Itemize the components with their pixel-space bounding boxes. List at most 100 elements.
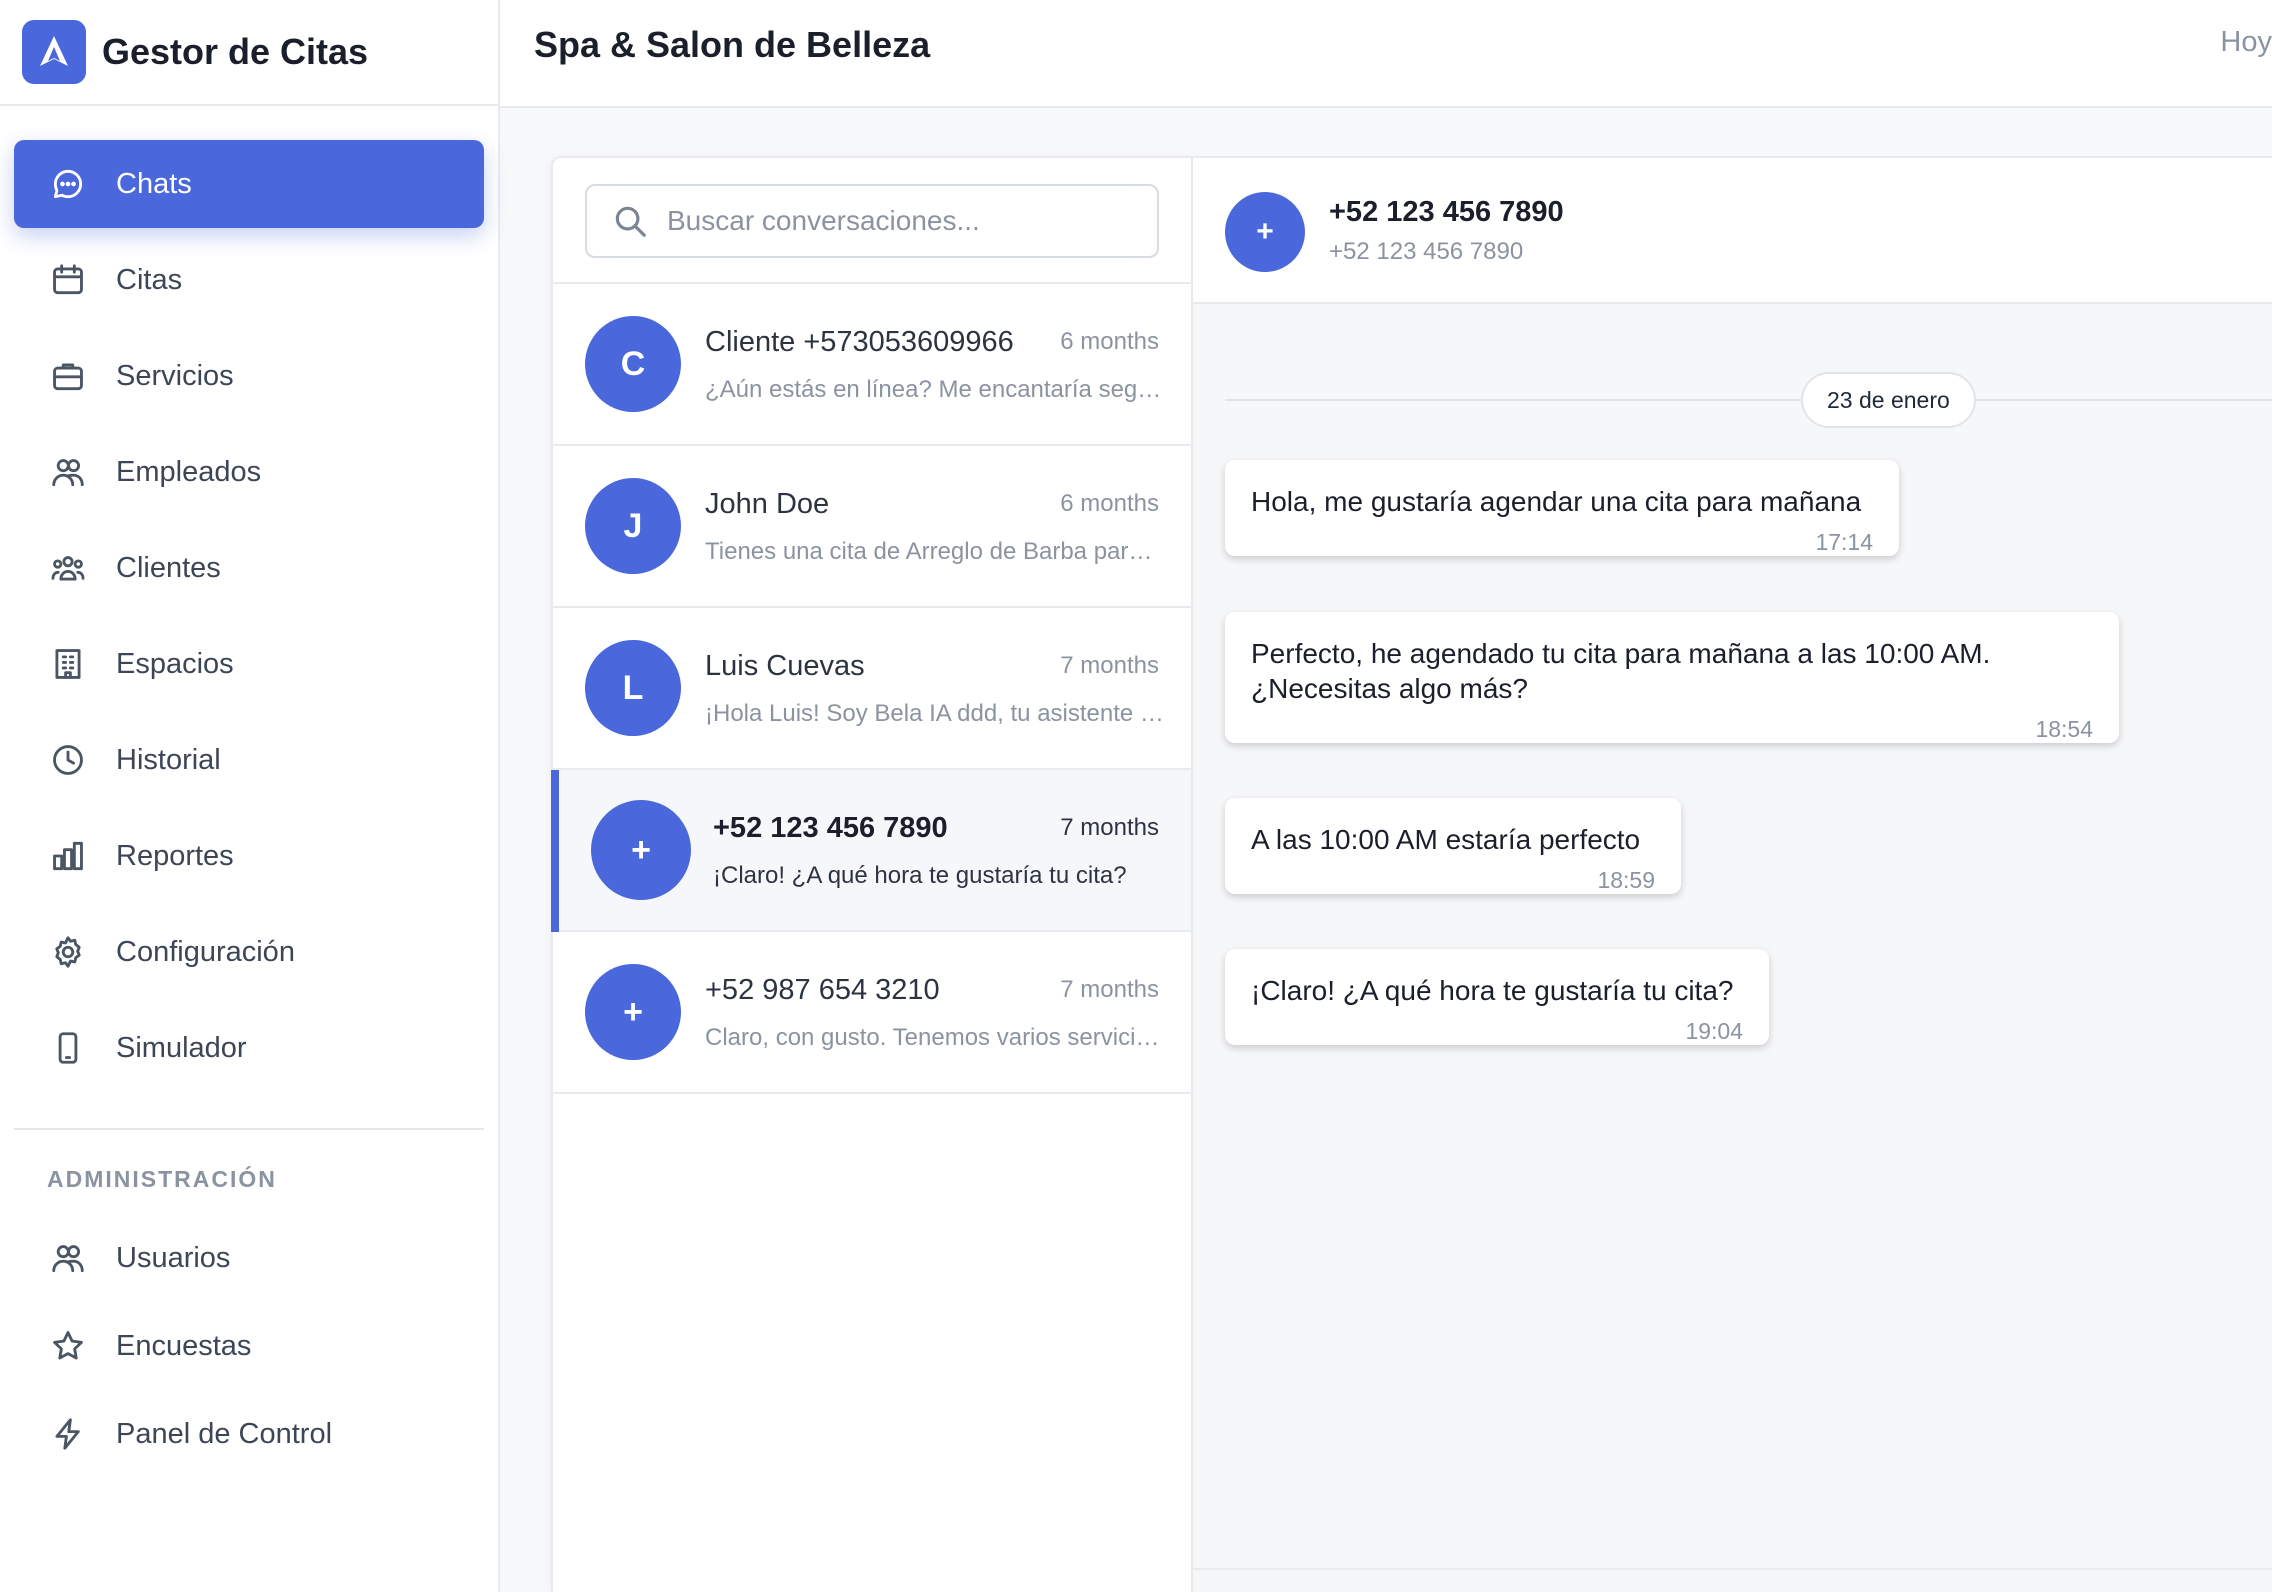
- sidebar-item-label: Simulador: [116, 1031, 247, 1064]
- chat-bubble-icon: [48, 164, 88, 204]
- message-bubble: Perfecto, he agendado tu cita para mañan…: [1225, 612, 2119, 743]
- app-logo-icon: [22, 20, 86, 84]
- search-area: [553, 158, 1191, 284]
- sidebar-item-label: Espacios: [116, 647, 234, 680]
- lightning-icon: [48, 1414, 88, 1454]
- conversation-preview: Tienes una cita de Arreglo de Barba para…: [705, 538, 1165, 565]
- sidebar-item-label: Historial: [116, 743, 221, 776]
- sidebar-item-label: Panel de Control: [116, 1417, 333, 1450]
- message-bubble: Hola, me gustaría agendar una cita para …: [1225, 460, 1899, 556]
- calendar-icon: [48, 260, 88, 300]
- date-separator: 23 de enero: [1225, 372, 2272, 428]
- sidebar-item-historial[interactable]: Historial: [14, 716, 484, 804]
- sidebar-item-encuestas[interactable]: Encuestas: [14, 1302, 484, 1390]
- phone-icon: [48, 1028, 88, 1068]
- conversation-item[interactable]: J John Doe 6 months Tienes una cita de A…: [553, 446, 1191, 608]
- conversation-item[interactable]: C Cliente +573053609966 6 months ¿Aún es…: [553, 284, 1191, 446]
- sidebar-item-espacios[interactable]: Espacios: [14, 620, 484, 708]
- message-text: Perfecto, he agendado tu cita para mañan…: [1251, 638, 1991, 704]
- conversation-preview: ¿Aún estás en línea? Me encantaría segui…: [705, 376, 1165, 403]
- conversation-item[interactable]: + +52 987 654 3210 7 months Claro, con g…: [553, 932, 1191, 1094]
- message-text: ¡Claro! ¿A qué hora te gustaría tu cita?: [1251, 975, 1734, 1006]
- users-icon: [48, 1238, 88, 1278]
- sidebar-item-citas[interactable]: Citas: [14, 236, 484, 324]
- conversation-time: 6 months: [1060, 490, 1159, 517]
- conversation-time: 7 months: [1060, 652, 1159, 679]
- sidebar-item-servicios[interactable]: Servicios: [14, 332, 484, 420]
- sidebar-item-label: Servicios: [116, 359, 234, 392]
- brand: Gestor de Citas: [0, 0, 498, 106]
- chat-pane: + +52 123 456 7890 +52 123 456 7890 23 d…: [1191, 156, 2272, 1592]
- avatar: L: [585, 640, 681, 736]
- avatar: C: [585, 316, 681, 412]
- conversation-preview: ¡Hola Luis! Soy Bela IA ddd, tu asistent…: [705, 700, 1165, 727]
- sidebar-item-label: Clientes: [116, 551, 221, 584]
- search-icon: [615, 206, 646, 237]
- date-separator-line: [1225, 399, 2272, 401]
- user-group-icon: [48, 548, 88, 588]
- sidebar-item-label: Configuración: [116, 935, 295, 968]
- chat-contact-phone: +52 123 456 7890: [1329, 238, 1524, 265]
- message-text: Hola, me gustaría agendar una cita para …: [1251, 486, 1862, 517]
- admin-section-title: ADMINISTRACIÓN: [47, 1166, 277, 1192]
- avatar: +: [1225, 192, 1305, 272]
- message-time: 18:59: [1597, 867, 1655, 893]
- sidebar-item-reportes[interactable]: Reportes: [14, 812, 484, 900]
- message-bubble: A las 10:00 AM estaría perfecto 18:59: [1225, 798, 1681, 894]
- conversation-item-active[interactable]: + +52 123 456 7890 7 months ¡Claro! ¿A q…: [551, 770, 1191, 932]
- briefcase-icon: [48, 356, 88, 396]
- sidebar-item-label: Empleados: [116, 455, 262, 488]
- message-bubble: ¡Claro! ¿A qué hora te gustaría tu cita?…: [1225, 949, 1769, 1045]
- conversation-preview: Claro, con gusto. Tenemos varios servici…: [705, 1024, 1165, 1051]
- avatar: +: [585, 964, 681, 1060]
- sidebar-item-label: Encuestas: [116, 1329, 252, 1362]
- conversation-time: 6 months: [1060, 328, 1159, 355]
- sidebar-item-empleados[interactable]: Empleados: [14, 428, 484, 516]
- sidebar-item-chats[interactable]: Chats: [14, 140, 484, 228]
- users-icon: [48, 452, 88, 492]
- building-icon: [48, 644, 88, 684]
- sidebar-item-configuracion[interactable]: Configuración: [14, 908, 484, 996]
- conversation-list-panel: C Cliente +573053609966 6 months ¿Aún es…: [551, 156, 1191, 1592]
- clock-icon: [48, 740, 88, 780]
- conversation-name: +52 987 654 3210: [705, 974, 940, 1006]
- main-nav: Chats Citas Servicios Empleados Clientes…: [0, 106, 498, 1092]
- sidebar-item-label: Usuarios: [116, 1241, 231, 1274]
- app-title: Gestor de Citas: [102, 31, 369, 72]
- conversation-time: 7 months: [1060, 814, 1159, 841]
- message-time: 17:14: [1815, 529, 1873, 555]
- message-time: 18:54: [2035, 716, 2093, 742]
- message-text: A las 10:00 AM estaría perfecto: [1251, 824, 1641, 855]
- sidebar-item-usuarios[interactable]: Usuarios: [14, 1214, 484, 1302]
- gear-icon: [48, 932, 88, 972]
- today-label[interactable]: Hoy: [2220, 26, 2272, 59]
- search-input[interactable]: [667, 205, 1147, 237]
- conversation-name: John Doe: [705, 488, 830, 520]
- conversation-time: 7 months: [1060, 976, 1159, 1003]
- page-title: Spa & Salon de Belleza: [534, 24, 931, 65]
- chat-header: + +52 123 456 7890 +52 123 456 7890: [1193, 158, 2272, 304]
- conversation-preview: ¡Claro! ¿A qué hora te gustaría tu cita?: [713, 862, 1127, 889]
- conversation-name: Cliente +573053609966: [705, 326, 1014, 358]
- top-header: Spa & Salon de Belleza Hoy: [500, 0, 2272, 108]
- admin-nav: Usuarios Encuestas Panel de Control: [0, 1214, 498, 1478]
- sidebar-item-label: Chats: [116, 167, 192, 200]
- star-icon: [48, 1326, 88, 1366]
- conversation-name: +52 123 456 7890: [713, 812, 948, 844]
- sidebar-item-panel-de-control[interactable]: Panel de Control: [14, 1390, 484, 1478]
- date-chip: 23 de enero: [1801, 372, 1976, 428]
- sidebar-item-label: Citas: [116, 263, 183, 296]
- sidebar: Gestor de Citas Chats Citas Servicios Em…: [0, 0, 500, 1592]
- sidebar-item-label: Reportes: [116, 839, 234, 872]
- chat-contact-name: +52 123 456 7890: [1329, 196, 1564, 228]
- sidebar-item-clientes[interactable]: Clientes: [14, 524, 484, 612]
- conversation-item[interactable]: L Luis Cuevas 7 months ¡Hola Luis! Soy B…: [553, 608, 1191, 770]
- chat-footer-divider: [1193, 1568, 2272, 1570]
- avatar: J: [585, 478, 681, 574]
- sidebar-item-simulador[interactable]: Simulador: [14, 1004, 484, 1092]
- conversation-name: Luis Cuevas: [705, 650, 865, 682]
- message-time: 19:04: [1685, 1018, 1743, 1044]
- avatar: +: [591, 800, 691, 900]
- search-box[interactable]: [585, 184, 1159, 258]
- bar-chart-icon: [48, 836, 88, 876]
